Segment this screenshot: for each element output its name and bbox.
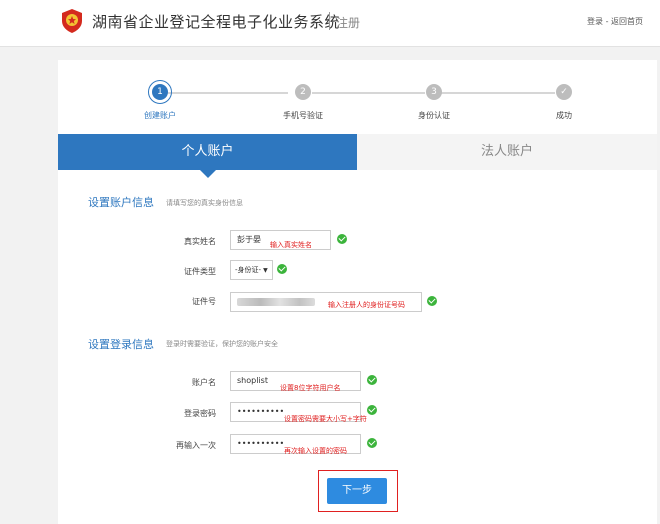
password-value: •••••••••• [237,407,285,416]
id-type-label: 证件类型 [184,267,216,276]
id-number-label: 证件号 [192,297,216,306]
id-type-valid-icon [277,264,287,274]
real-name-label: 真实姓名 [184,237,216,246]
id-number-valid-icon [427,296,437,306]
login-info-hint: 登录时需要验证，保护您的账户安全 [166,340,278,348]
password-valid-icon [367,405,377,415]
step-connector [441,92,555,94]
step-2-circle: 2 [295,84,311,100]
progress-steps: 1 2 3 ✓ 创建账户 手机号验证 身份认证 成功 [0,0,660,130]
account-info-hint: 请填写您的真实身份信息 [166,199,243,207]
step-2-label: 手机号验证 [283,111,323,120]
id-number-annotation: 输入注册人的身份证号码 [328,301,405,309]
step-connector [312,92,425,94]
confirm-password-value: •••••••••• [237,439,285,448]
step-connector [168,92,288,94]
username-label: 账户名 [192,378,216,387]
dropdown-arrow-icon: ▼ [263,267,268,274]
id-type-value: -身份证- [235,266,262,274]
step-3-circle: 3 [426,84,442,100]
confirm-password-label: 再输入一次 [176,441,216,450]
step-1-label: 创建账户 [144,111,176,120]
id-type-select[interactable]: -身份证- ▼ [230,260,273,280]
next-step-button[interactable]: 下一步 [327,478,387,504]
real-name-value: 彭于晏 [237,235,261,244]
tab-company-account[interactable]: 法人账户 [357,134,657,170]
account-type-tabs: 个人账户 法人账户 [58,134,657,178]
username-annotation: 设置8位字符用户名 [280,384,341,392]
account-info-title: 设置账户信息 [88,196,154,209]
step-1-circle: 1 [148,80,172,104]
confirm-password-annotation: 再次输入设置的密码 [284,447,347,455]
tab-personal-account[interactable]: 个人账户 [58,134,357,178]
step-4-check-icon: ✓ [556,84,572,100]
confirm-password-valid-icon [367,438,377,448]
real-name-annotation: 输入真实姓名 [270,241,312,249]
step-4-label: 成功 [556,111,572,120]
step-3-label: 身份认证 [418,111,450,120]
password-annotation: 设置密码需要大小写+字符 [284,415,367,423]
login-info-title: 设置登录信息 [88,338,154,351]
id-number-blurred-value [237,298,315,306]
real-name-valid-icon [337,234,347,244]
username-valid-icon [367,375,377,385]
password-label: 登录密码 [184,409,216,418]
username-value: shoplist [237,376,268,385]
